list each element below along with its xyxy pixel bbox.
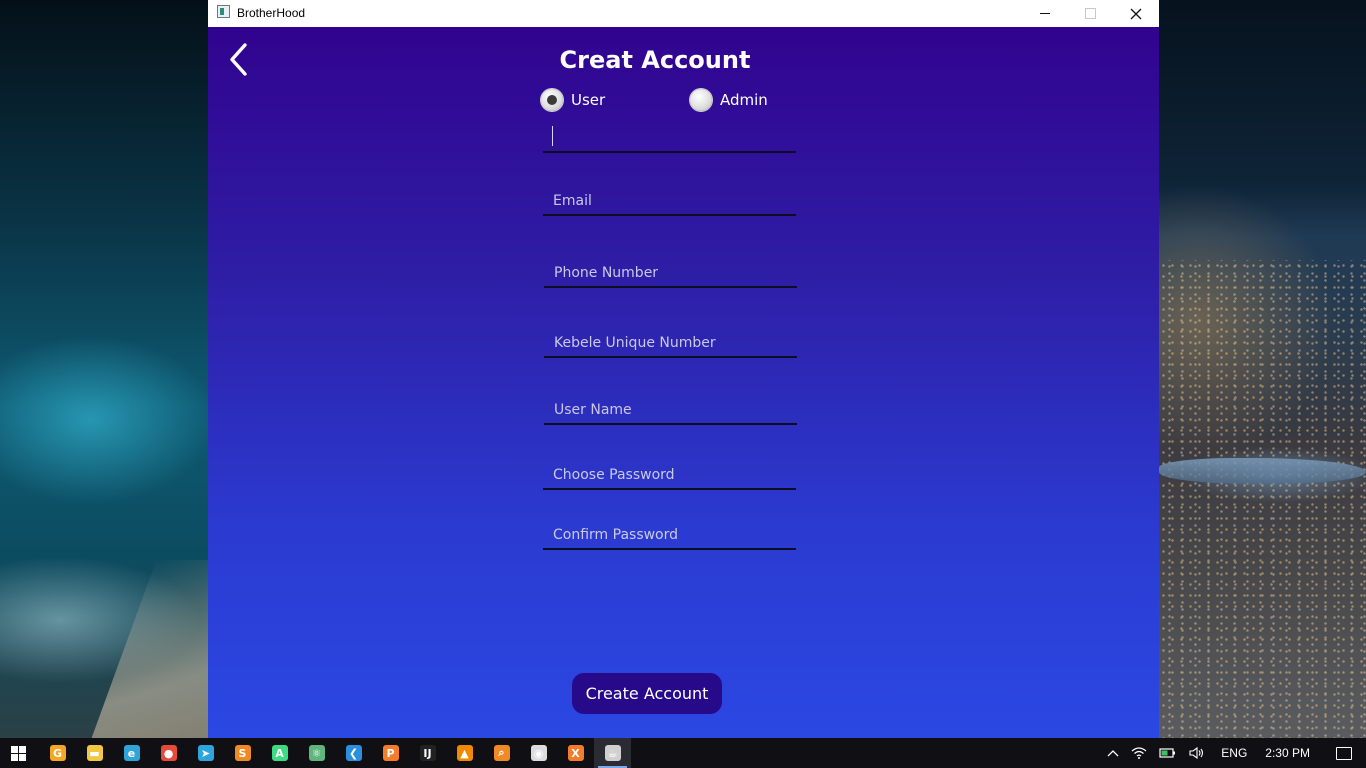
taskbar-app-obs[interactable]: ◉ bbox=[520, 738, 557, 768]
volume-icon bbox=[1189, 747, 1204, 759]
taskbar-app-sublime[interactable]: S bbox=[224, 738, 261, 768]
wallpaper-city-lights bbox=[1159, 260, 1366, 738]
page-title: Creat Account bbox=[559, 46, 751, 74]
chrome-icon: ● bbox=[160, 745, 177, 761]
create-account-page: Creat Account User Admin Email Phone Num… bbox=[208, 27, 1159, 738]
windows-logo-icon bbox=[10, 745, 26, 761]
user-name-field[interactable] bbox=[544, 397, 797, 425]
taskbar: G ▬ e ● ➤ S A ⚛ ❮ P IJ ▲ ⌕ ◉ X ☕ ENG 2:3… bbox=[0, 738, 1366, 768]
close-icon bbox=[1130, 8, 1142, 19]
battery-charging-icon bbox=[1159, 748, 1176, 758]
wifi-icon bbox=[1131, 747, 1147, 759]
confirm-password-input[interactable] bbox=[543, 522, 796, 548]
user-name-input[interactable] bbox=[544, 397, 797, 423]
atom-icon: ⚛ bbox=[308, 745, 325, 761]
taskbar-app-vlc[interactable]: ▲ bbox=[446, 738, 483, 768]
android-studio-icon: A bbox=[271, 745, 288, 761]
system-tray: ENG 2:30 PM bbox=[1101, 738, 1366, 768]
taskbar-app-intellij[interactable]: IJ bbox=[409, 738, 446, 768]
window-title: BrotherHood bbox=[237, 6, 306, 20]
taskbar-app-chrome[interactable]: ● bbox=[150, 738, 187, 768]
taskbar-app-postman[interactable]: P bbox=[372, 738, 409, 768]
text-caret bbox=[552, 126, 553, 146]
radio-admin-label: Admin bbox=[720, 91, 768, 109]
radio-user[interactable]: User bbox=[541, 89, 605, 111]
full-name-input[interactable] bbox=[543, 125, 796, 151]
choose-password-field[interactable] bbox=[543, 462, 796, 490]
postman-icon: P bbox=[382, 745, 399, 761]
volume-button[interactable] bbox=[1183, 747, 1211, 759]
language-indicator[interactable]: ENG bbox=[1211, 746, 1257, 760]
taskbar-app-android-studio[interactable]: A bbox=[261, 738, 298, 768]
app-icon bbox=[217, 5, 230, 18]
minimize-icon bbox=[1040, 13, 1050, 14]
clock[interactable]: 2:30 PM bbox=[1257, 746, 1322, 760]
xampp-icon: X bbox=[567, 745, 584, 761]
taskbar-app-xampp[interactable]: X bbox=[557, 738, 594, 768]
notification-icon bbox=[1336, 746, 1352, 760]
taskbar-app-chrome-canary[interactable]: G bbox=[39, 738, 76, 768]
battery-button[interactable] bbox=[1153, 747, 1183, 759]
taskbar-app-telegram[interactable]: ➤ bbox=[187, 738, 224, 768]
maximize-button[interactable] bbox=[1067, 0, 1113, 27]
kebele-unique-number-input[interactable] bbox=[544, 330, 797, 356]
show-hidden-icons-button[interactable] bbox=[1101, 749, 1125, 757]
file-explorer-icon: ▬ bbox=[86, 745, 103, 761]
email-field[interactable] bbox=[543, 188, 796, 216]
action-center-button[interactable] bbox=[1322, 738, 1366, 768]
close-button[interactable] bbox=[1113, 0, 1159, 27]
java-app-icon: ☕ bbox=[604, 745, 621, 761]
choose-password-input[interactable] bbox=[543, 462, 796, 488]
desktop-wallpaper-right bbox=[1159, 0, 1366, 738]
sublime-icon: S bbox=[234, 745, 251, 761]
start-button[interactable] bbox=[0, 738, 36, 768]
window-titlebar[interactable]: BrotherHood bbox=[208, 0, 1159, 27]
taskbar-app-search-app[interactable]: ⌕ bbox=[483, 738, 520, 768]
desktop-wallpaper-left bbox=[0, 0, 277, 760]
chevron-up-icon bbox=[1107, 750, 1119, 757]
phone-number-field[interactable] bbox=[544, 260, 797, 288]
radio-user-circle[interactable] bbox=[541, 89, 563, 111]
minimize-button[interactable] bbox=[1022, 0, 1068, 27]
edge-icon: e bbox=[123, 745, 140, 761]
taskbar-app-edge[interactable]: e bbox=[113, 738, 150, 768]
full-name-field[interactable] bbox=[543, 125, 796, 153]
taskbar-app-java-app[interactable]: ☕ bbox=[594, 738, 631, 768]
vscode-icon: ❮ bbox=[345, 745, 362, 761]
taskbar-apps: G ▬ e ● ➤ S A ⚛ ❮ P IJ ▲ ⌕ ◉ X ☕ bbox=[39, 738, 631, 768]
taskbar-app-file-explorer[interactable]: ▬ bbox=[76, 738, 113, 768]
maximize-icon bbox=[1084, 8, 1096, 19]
radio-selected-dot bbox=[547, 95, 557, 105]
create-account-button[interactable]: Create Account bbox=[572, 673, 722, 714]
wallpaper-river bbox=[1159, 458, 1366, 484]
app-window: BrotherHood Creat Account User Admin Ema… bbox=[208, 0, 1159, 738]
telegram-icon: ➤ bbox=[197, 745, 214, 761]
obs-icon: ◉ bbox=[530, 745, 547, 761]
radio-admin-circle[interactable] bbox=[690, 89, 712, 111]
chrome-canary-icon: G bbox=[49, 745, 66, 761]
taskbar-app-atom[interactable]: ⚛ bbox=[298, 738, 335, 768]
taskbar-app-vscode[interactable]: ❮ bbox=[335, 738, 372, 768]
radio-user-label: User bbox=[571, 91, 606, 109]
intellij-icon: IJ bbox=[419, 745, 436, 761]
vlc-icon: ▲ bbox=[456, 745, 473, 761]
email-input[interactable] bbox=[543, 188, 796, 214]
confirm-password-field[interactable] bbox=[543, 522, 796, 550]
radio-admin[interactable]: Admin bbox=[690, 89, 768, 111]
search-app-icon: ⌕ bbox=[493, 745, 510, 761]
phone-number-input[interactable] bbox=[544, 260, 797, 286]
wifi-button[interactable] bbox=[1125, 747, 1153, 759]
kebele-unique-number-field[interactable] bbox=[544, 330, 797, 358]
